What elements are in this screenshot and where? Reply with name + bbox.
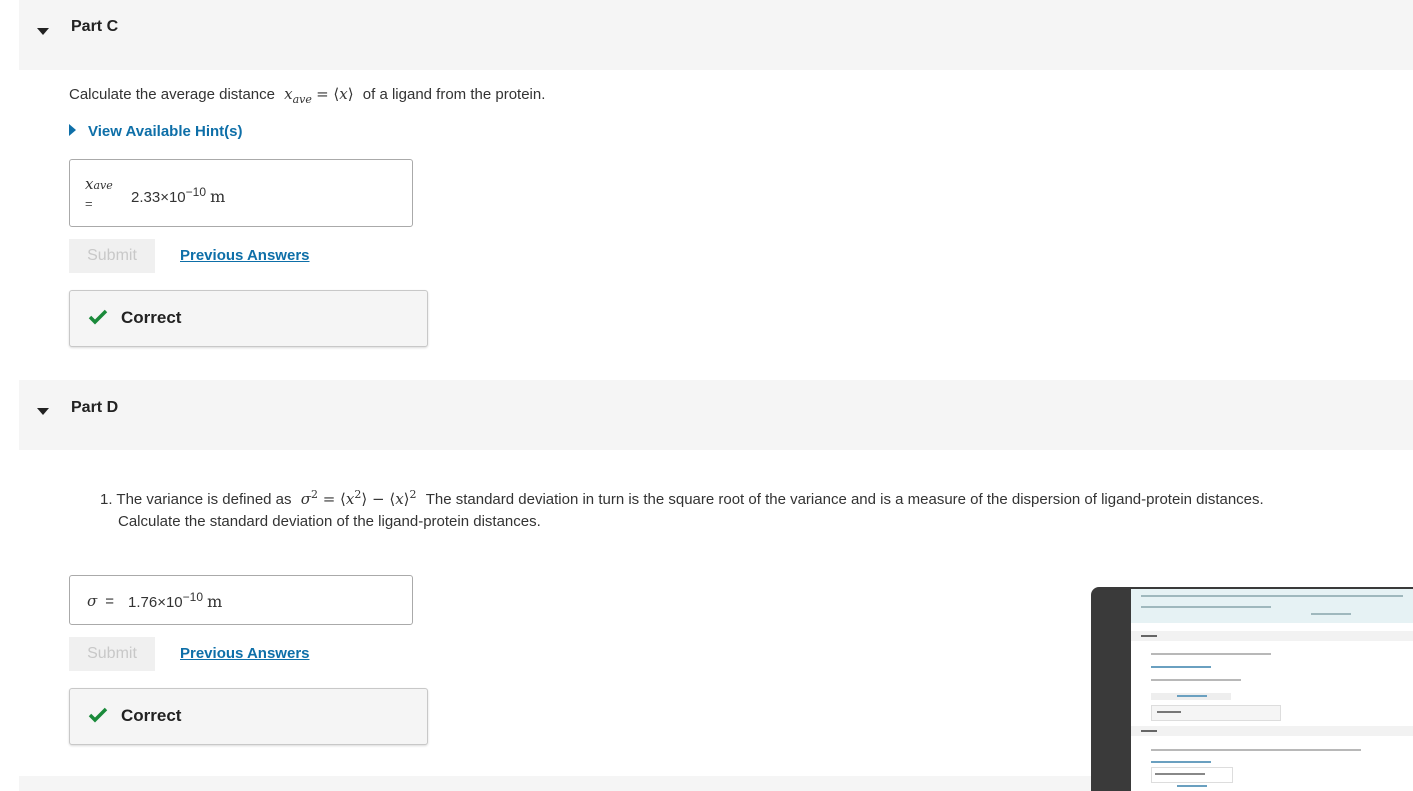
answer-value: 1.76×10−10 m bbox=[128, 590, 223, 611]
previous-answers-link[interactable]: Previous Answers bbox=[180, 247, 310, 264]
screenshot-thumbnail[interactable] bbox=[1091, 587, 1413, 791]
checkmark-icon bbox=[88, 706, 108, 728]
answer-value: 2.33×10−10 m bbox=[131, 185, 226, 206]
part-d-title: Part D bbox=[71, 399, 119, 416]
part-c-question: Calculate the average distance xave = ⟨x… bbox=[69, 85, 545, 106]
submit-button[interactable]: Submit bbox=[69, 637, 155, 671]
part-c-header[interactable]: Part C bbox=[19, 0, 1413, 70]
hint-label: View Available Hint(s) bbox=[88, 123, 243, 140]
part-d-answer-field[interactable]: σ = 1.76×10−10 m bbox=[69, 575, 413, 625]
feedback-label: Correct bbox=[121, 308, 182, 327]
question-text: The variance is defined as bbox=[116, 491, 292, 508]
part-d-question: 1. The variance is defined as σ2 = ⟨x2⟩ … bbox=[100, 484, 1390, 533]
correct-feedback: Correct bbox=[69, 688, 428, 745]
thumbnail-preview bbox=[1131, 589, 1413, 791]
submit-button[interactable]: Submit bbox=[69, 239, 155, 273]
question-line-2: Calculate the standard deviation of the … bbox=[118, 513, 541, 530]
answer-variable-label: σ = bbox=[87, 592, 115, 610]
question-number: 1. bbox=[100, 491, 113, 508]
question-text-tail: of a ligand from the protein. bbox=[362, 86, 546, 103]
feedback-label: Correct bbox=[121, 706, 182, 725]
question-text: Calculate the average distance bbox=[69, 86, 275, 103]
collapse-caret-icon[interactable] bbox=[37, 28, 49, 35]
checkmark-icon bbox=[88, 308, 108, 330]
part-c-answer-field[interactable]: xave = 2.33×10−10 m bbox=[69, 159, 413, 227]
question-text-tail: The standard deviation in turn is the sq… bbox=[425, 491, 1264, 508]
correct-feedback: Correct bbox=[69, 290, 428, 347]
part-d-header[interactable]: Part D bbox=[19, 380, 1413, 450]
answer-variable-label: xave = bbox=[85, 175, 113, 211]
previous-answers-link[interactable]: Previous Answers bbox=[180, 645, 310, 662]
next-part-header[interactable] bbox=[19, 776, 1091, 791]
collapse-caret-icon[interactable] bbox=[37, 408, 49, 415]
part-c-title: Part C bbox=[71, 18, 119, 35]
expand-triangle-icon bbox=[69, 124, 76, 136]
view-hints-link[interactable]: View Available Hint(s) bbox=[69, 123, 243, 140]
question-formula: xave = ⟨x⟩ bbox=[284, 85, 354, 106]
variance-formula: σ2 = ⟨x2⟩ − ⟨x⟩2 bbox=[300, 488, 417, 508]
